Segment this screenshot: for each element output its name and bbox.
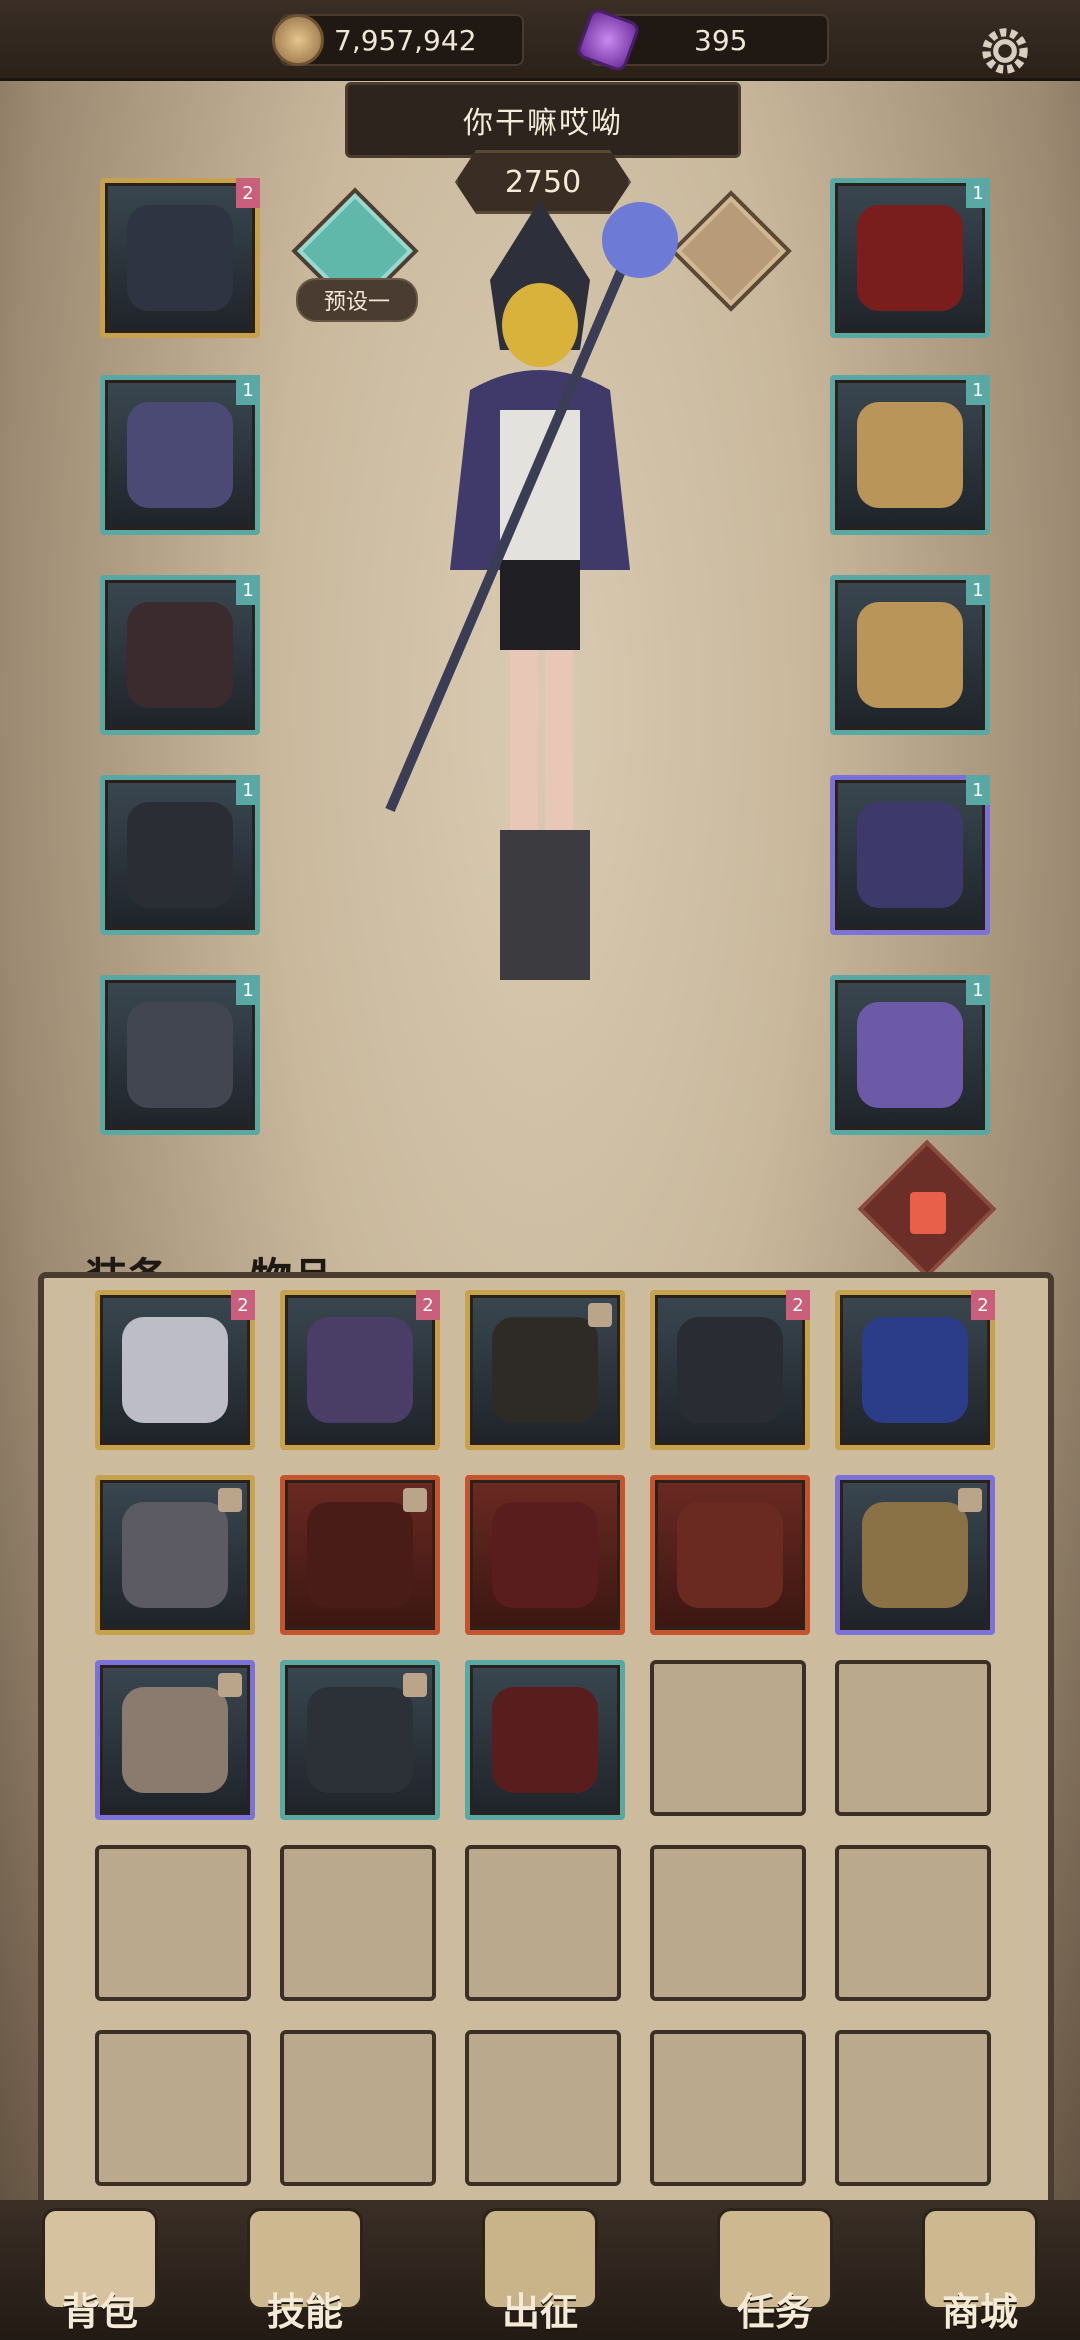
ring-icon <box>122 1317 228 1423</box>
inventory-slot[interactable]: 2 <box>835 1290 995 1450</box>
gloves-icon <box>127 602 233 708</box>
inventory-slot[interactable]: 2 <box>95 1290 255 1450</box>
staff-icon <box>307 1687 413 1793</box>
inventory-slot[interactable]: 2 <box>280 1290 440 1450</box>
lock-icon <box>218 1488 242 1512</box>
empty-inventory-slot[interactable] <box>650 1845 806 2001</box>
slot-level: 1 <box>966 178 990 208</box>
empty-inventory-slot[interactable] <box>465 2030 621 2186</box>
inventory-slot[interactable] <box>95 1660 255 1820</box>
slot-level: 2 <box>971 1290 995 1320</box>
pants-icon <box>127 802 233 908</box>
inventory-slot[interactable] <box>465 1660 625 1820</box>
boots-icon <box>862 1502 968 1608</box>
equip-slot-ring-2[interactable]: 1 <box>830 575 990 735</box>
nav-label: 背包 <box>61 2290 138 2334</box>
offhand-icon <box>857 1002 963 1108</box>
heart-pendant-icon <box>862 1317 968 1423</box>
gem-counter: 395 <box>574 6 829 74</box>
empty-inventory-slot[interactable] <box>280 2030 436 2186</box>
gold-counter: 7,957,942 <box>272 14 524 66</box>
nav-expedition[interactable]: 出征 <box>440 2200 640 2340</box>
settings-gear-icon[interactable] <box>974 20 1036 82</box>
boots-icon <box>127 1002 233 1108</box>
ring-icon <box>857 402 963 508</box>
hero-character <box>385 200 678 980</box>
inventory-slot[interactable] <box>465 1475 625 1635</box>
trash-icon <box>910 1192 946 1234</box>
equip-slot-armor[interactable]: 1 <box>100 375 260 535</box>
slot-level: 1 <box>966 575 990 605</box>
hero-name: 你干嘛哎呦 <box>463 106 623 141</box>
nav-bag[interactable]: 背包 <box>0 2200 200 2340</box>
lock-icon <box>403 1488 427 1512</box>
ring-icon <box>122 1502 228 1608</box>
inventory-slot[interactable] <box>280 1475 440 1635</box>
empty-inventory-slot[interactable] <box>835 1660 991 1816</box>
nav-shop[interactable]: 商城 <box>880 2200 1080 2340</box>
shield-icon <box>677 1502 783 1608</box>
equip-slot-helmet[interactable]: 2 <box>100 178 260 338</box>
nav-label: 商城 <box>941 2290 1018 2334</box>
equip-slot-gloves[interactable]: 1 <box>100 575 260 735</box>
inventory-slot[interactable] <box>650 1475 810 1635</box>
equip-slot-necklace[interactable]: 1 <box>830 178 990 338</box>
equip-slot-pants[interactable]: 1 <box>100 775 260 935</box>
empty-inventory-slot[interactable] <box>650 2030 806 2186</box>
spear-icon <box>492 1317 598 1423</box>
nav-skills[interactable]: 技能 <box>205 2200 405 2340</box>
inventory-slot[interactable] <box>95 1475 255 1635</box>
armor-icon <box>307 1317 413 1423</box>
empty-inventory-slot[interactable] <box>465 1845 621 2001</box>
top-resource-bar <box>0 0 1080 81</box>
lock-icon <box>958 1488 982 1512</box>
inventory-slot[interactable] <box>465 1290 625 1450</box>
equip-slot-weapon[interactable]: 1 <box>830 775 990 935</box>
slot-level: 1 <box>236 775 260 805</box>
slot-level: 1 <box>236 375 260 405</box>
greaves-icon <box>492 1687 598 1793</box>
nav-label: 任务 <box>736 2290 813 2334</box>
slot-level: 1 <box>236 575 260 605</box>
slot-level: 1 <box>966 975 990 1005</box>
gauntlet-icon <box>122 1687 228 1793</box>
helmet-icon <box>127 205 233 311</box>
equip-slot-offhand[interactable]: 1 <box>830 975 990 1135</box>
bow-icon <box>307 1502 413 1608</box>
equip-slot-boots[interactable]: 1 <box>100 975 260 1135</box>
nav-tasks[interactable]: 任务 <box>675 2200 875 2340</box>
slot-level: 1 <box>236 975 260 1005</box>
gem-amount: 395 <box>694 23 748 57</box>
ring-icon <box>857 602 963 708</box>
slot-level: 2 <box>786 1290 810 1320</box>
empty-inventory-slot[interactable] <box>835 2030 991 2186</box>
empty-inventory-slot[interactable] <box>95 1845 251 2001</box>
slot-level: 2 <box>416 1290 440 1320</box>
staff-icon <box>857 802 963 908</box>
lock-icon <box>403 1673 427 1697</box>
inventory-slot[interactable] <box>835 1475 995 1635</box>
equip-slot-ring-1[interactable]: 1 <box>830 375 990 535</box>
armor-icon <box>127 402 233 508</box>
slot-level: 1 <box>966 375 990 405</box>
empty-inventory-slot[interactable] <box>280 1845 436 2001</box>
chest-armor-icon <box>492 1502 598 1608</box>
slot-level: 2 <box>236 178 260 208</box>
necklace-icon <box>857 205 963 311</box>
empty-inventory-slot[interactable] <box>95 2030 251 2186</box>
staff-icon <box>677 1317 783 1423</box>
lock-icon <box>218 1673 242 1697</box>
nav-label: 出征 <box>501 2290 578 2334</box>
inventory-slot[interactable] <box>280 1660 440 1820</box>
hero-name-banner: 你干嘛哎呦 <box>345 82 741 158</box>
nav-label: 技能 <box>266 2290 343 2334</box>
empty-inventory-slot[interactable] <box>835 1845 991 2001</box>
gold-coin-icon <box>272 14 324 66</box>
empty-inventory-slot[interactable] <box>650 1660 806 1816</box>
gold-amount: 7,957,942 <box>334 23 477 57</box>
inventory-slot[interactable]: 2 <box>650 1290 810 1450</box>
slot-level: 2 <box>231 1290 255 1320</box>
slot-level: 1 <box>966 775 990 805</box>
lock-icon <box>588 1303 612 1327</box>
